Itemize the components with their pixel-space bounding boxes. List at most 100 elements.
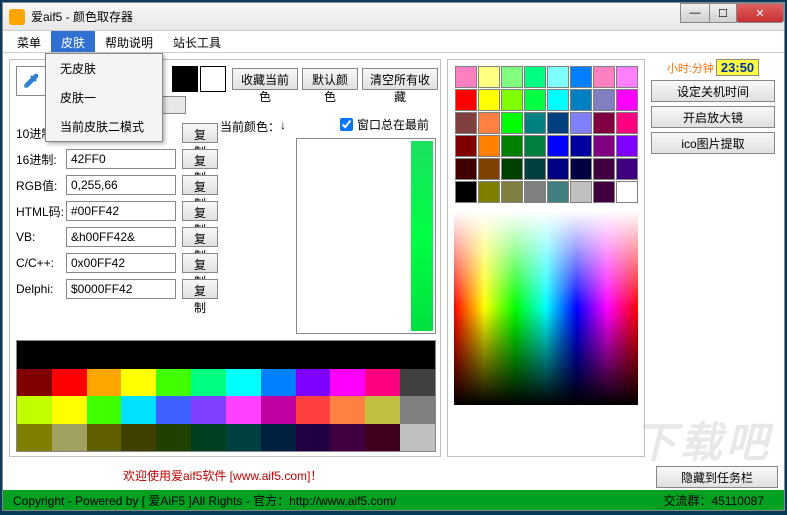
- swatch-cell[interactable]: [226, 369, 261, 397]
- preset-cell[interactable]: [501, 181, 523, 203]
- rgb-input[interactable]: [66, 175, 176, 195]
- preset-cell[interactable]: [616, 135, 638, 157]
- hide-to-taskbar-button[interactable]: 隐藏到任务栏: [656, 466, 778, 488]
- open-magnifier-button[interactable]: 开启放大镜: [651, 106, 775, 128]
- swatch-cell[interactable]: [52, 424, 87, 452]
- preset-cell[interactable]: [455, 66, 477, 88]
- maximize-button[interactable]: ☐: [709, 3, 737, 23]
- swatch-cell[interactable]: [330, 369, 365, 397]
- vb-input[interactable]: [66, 227, 176, 247]
- preset-colors[interactable]: [454, 66, 638, 203]
- preset-cell[interactable]: [478, 66, 500, 88]
- favorite-swatches[interactable]: [16, 340, 436, 452]
- preset-cell[interactable]: [616, 112, 638, 134]
- preset-cell[interactable]: [547, 112, 569, 134]
- swatch-cell[interactable]: [17, 369, 52, 397]
- default-color-button[interactable]: 默认颜色: [302, 68, 358, 90]
- gradient-preview[interactable]: [296, 138, 436, 334]
- swatch-cell[interactable]: [365, 341, 400, 369]
- preset-cell[interactable]: [547, 66, 569, 88]
- preset-cell[interactable]: [547, 135, 569, 157]
- preset-cell[interactable]: [570, 158, 592, 180]
- preset-cell[interactable]: [524, 66, 546, 88]
- preset-cell[interactable]: [547, 89, 569, 111]
- always-on-top-checkbox[interactable]: 窗口总在最前: [340, 116, 429, 133]
- swatch-cell[interactable]: [52, 396, 87, 424]
- titlebar[interactable]: 爱aif5 - 颜色取存器 — ☐ ✕: [3, 3, 784, 31]
- fav-current-button[interactable]: 收藏当前色: [232, 68, 298, 90]
- swatch-cell[interactable]: [121, 424, 156, 452]
- swatch-cell[interactable]: [156, 341, 191, 369]
- menu-tools[interactable]: 站长工具: [163, 31, 231, 52]
- preset-cell[interactable]: [570, 66, 592, 88]
- swatch-cell[interactable]: [296, 396, 331, 424]
- hex-input[interactable]: [66, 149, 176, 169]
- swatch-cell[interactable]: [226, 396, 261, 424]
- swatch-cell[interactable]: [191, 369, 226, 397]
- welcome-link[interactable]: www.aif5.com: [233, 469, 307, 483]
- preset-cell[interactable]: [593, 89, 615, 111]
- preset-cell[interactable]: [593, 66, 615, 88]
- swatch-cell[interactable]: [296, 341, 331, 369]
- preset-cell[interactable]: [570, 181, 592, 203]
- preset-cell[interactable]: [524, 181, 546, 203]
- swatch-cell[interactable]: [365, 396, 400, 424]
- preset-cell[interactable]: [501, 135, 523, 157]
- swatch-cell[interactable]: [400, 396, 435, 424]
- preset-cell[interactable]: [570, 89, 592, 111]
- swatch-cell[interactable]: [226, 424, 261, 452]
- preset-cell[interactable]: [455, 158, 477, 180]
- preset-cell[interactable]: [501, 89, 523, 111]
- preset-cell[interactable]: [616, 158, 638, 180]
- swatch-cell[interactable]: [296, 369, 331, 397]
- swatch-cell[interactable]: [87, 369, 122, 397]
- preset-cell[interactable]: [478, 89, 500, 111]
- swatch-cell[interactable]: [330, 341, 365, 369]
- swatch-cell[interactable]: [296, 424, 331, 452]
- delphi-copy-button[interactable]: 复制: [182, 279, 218, 299]
- preset-cell[interactable]: [455, 89, 477, 111]
- swatch-cell[interactable]: [17, 341, 52, 369]
- swatch-cell[interactable]: [121, 341, 156, 369]
- preset-cell[interactable]: [524, 135, 546, 157]
- preset-cell[interactable]: [455, 112, 477, 134]
- preset-cell[interactable]: [501, 66, 523, 88]
- swatch-cell[interactable]: [226, 341, 261, 369]
- menu-skin[interactable]: 皮肤: [51, 31, 95, 52]
- preset-cell[interactable]: [570, 135, 592, 157]
- swatch-cell[interactable]: [400, 341, 435, 369]
- swatch-cell[interactable]: [17, 424, 52, 452]
- preset-cell[interactable]: [547, 158, 569, 180]
- dropdown-skin-1[interactable]: 皮肤一: [46, 83, 162, 112]
- swatch-cell[interactable]: [156, 396, 191, 424]
- swatch-cell[interactable]: [87, 424, 122, 452]
- swatch-cell[interactable]: [330, 396, 365, 424]
- swatch-cell[interactable]: [365, 424, 400, 452]
- close-button[interactable]: ✕: [736, 3, 784, 23]
- swatch-cell[interactable]: [400, 424, 435, 452]
- swatch-cell[interactable]: [191, 341, 226, 369]
- swatch-cell[interactable]: [261, 369, 296, 397]
- preset-cell[interactable]: [593, 112, 615, 134]
- preset-cell[interactable]: [478, 135, 500, 157]
- swatch-cell[interactable]: [261, 396, 296, 424]
- preset-cell[interactable]: [524, 112, 546, 134]
- rgb-copy-button[interactable]: 复制: [182, 175, 218, 195]
- swatch-cell[interactable]: [400, 369, 435, 397]
- preset-cell[interactable]: [593, 181, 615, 203]
- preset-cell[interactable]: [455, 181, 477, 203]
- preset-cell[interactable]: [547, 181, 569, 203]
- set-shutdown-button[interactable]: 设定关机时间: [651, 80, 775, 102]
- swatch-cell[interactable]: [191, 424, 226, 452]
- swatch-cell[interactable]: [52, 369, 87, 397]
- preset-cell[interactable]: [524, 158, 546, 180]
- dropdown-no-skin[interactable]: 无皮肤: [46, 54, 162, 83]
- preset-cell[interactable]: [455, 135, 477, 157]
- dec-copy-button[interactable]: 复制: [182, 123, 218, 143]
- swatch-cell[interactable]: [261, 341, 296, 369]
- html-copy-button[interactable]: 复制: [182, 201, 218, 221]
- minimize-button[interactable]: —: [680, 3, 710, 23]
- preset-cell[interactable]: [616, 66, 638, 88]
- swatch-cell[interactable]: [261, 424, 296, 452]
- clear-all-button[interactable]: 清空所有收藏: [362, 68, 438, 90]
